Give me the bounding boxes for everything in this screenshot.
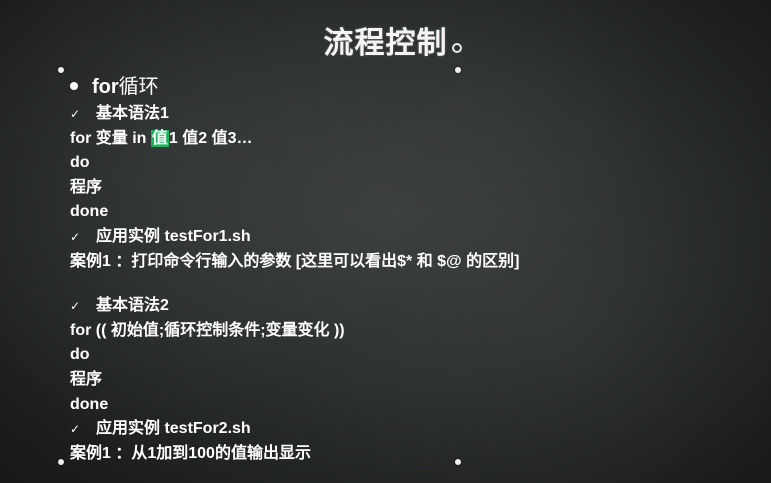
section1-syntax-post: 1 值2 值3…	[168, 129, 253, 147]
section2-label-row: ✓ 基本语法2	[70, 294, 760, 319]
checkmark-icon: ✓	[70, 299, 81, 314]
section1-done: done	[70, 203, 109, 221]
slide-title: 流程控制	[323, 27, 448, 60]
section1-label: 基本语法1	[96, 105, 169, 122]
rotate-handle[interactable]	[452, 43, 462, 53]
section2-do: do	[70, 346, 90, 364]
section1-example-row: ✓ 应用实例 testFor1.sh	[70, 225, 760, 250]
section2-example-row: ✓ 应用实例 testFor2.sh	[70, 417, 760, 442]
section1-label-row: ✓ 基本语法1	[70, 102, 760, 127]
heading-keyword: for	[92, 76, 119, 98]
resize-handle-top-left[interactable]	[58, 67, 64, 73]
section2-syntax: for (( 初始值;循环控制条件;变量变化 ))	[70, 321, 345, 339]
section1-do: do	[70, 154, 90, 172]
bullet-heading: for循环	[70, 72, 760, 102]
bullet-dot-icon	[70, 82, 78, 91]
section2-example-case: 案例1 ：从1加到100的值输出显示	[70, 444, 311, 462]
section2-body: 程序	[70, 370, 103, 388]
checkmark-icon: ✓	[70, 229, 81, 244]
section1-syntax: for 变量 in 值1 值2 值3…	[70, 127, 760, 152]
section2-done: done	[70, 395, 109, 413]
text-box[interactable]: for循环 ✓ 基本语法1 for 变量 in 值1 值2 值3… do 程序 d…	[70, 72, 760, 466]
section2-label: 基本语法2	[96, 297, 169, 315]
checkmark-icon: ✓	[70, 107, 81, 121]
checkmark-icon: ✓	[70, 422, 81, 437]
section1-syntax-pre: for 变量 in	[70, 129, 151, 147]
section2-example-label: 应用实例 testFor2.sh	[96, 420, 251, 438]
heading-text: 循环	[118, 76, 159, 98]
text-highlight: 值	[150, 129, 169, 147]
section1-example-case: 案例1 ：打印命令行输入的参数 [这里可以看出$* 和 $@ 的区别]	[70, 252, 520, 270]
resize-handle-bottom-left[interactable]	[58, 459, 64, 465]
section1-body: 程序	[70, 178, 103, 196]
section1-example-label: 应用实例 testFor1.sh	[96, 227, 251, 245]
